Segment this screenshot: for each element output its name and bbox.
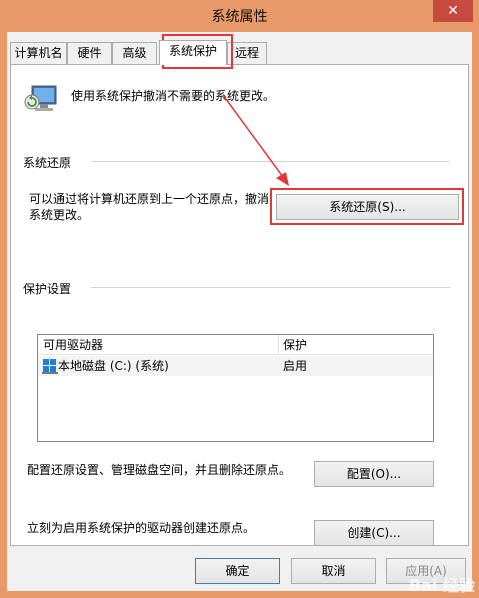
ok-button[interactable]: 确定 [195,558,280,584]
create-text: 立刻为启用系统保护的驱动器创建还原点。 [27,521,256,535]
restore-description-line2: 系统更改。 [29,208,90,222]
drive-row[interactable]: 本地磁盘 (C:) (系统) 启用 [38,356,433,376]
dialog-client-area: 计算机名 硬件 高级 系统保护 远程 使用系统保护撤消不需要的系统更改。 系统还… [7,32,472,591]
system-restore-heading: 系统还原 [23,156,72,170]
drive-protection-status: 启用 [283,359,308,373]
dialog-button-bar: 确定 取消 应用(A) [7,546,472,591]
system-protection-monitor-icon [24,85,57,111]
watermark: Bai 经验 [408,576,475,595]
close-button[interactable]: ✕ [433,0,473,22]
tab-remote[interactable]: 远程 [227,42,267,64]
window-title: 系统属性 [211,9,268,25]
tab-advanced[interactable]: 高级 [112,42,157,64]
protection-group-divider [91,287,450,288]
tab-computer-name[interactable]: 计算机名 [10,42,67,64]
cancel-button[interactable]: 取消 [291,558,376,584]
configure-text: 配置还原设置、管理磁盘空间，并且删除还原点。 [27,463,292,477]
tab-strip: 计算机名 硬件 高级 系统保护 远程 [7,40,472,65]
create-button[interactable]: 创建(C)... [314,520,434,546]
drive-name: 本地磁盘 (C:) (系统) [58,359,169,373]
drives-list-header: 可用驱动器 保护 [38,335,433,355]
drives-list[interactable]: 可用驱动器 保护 本地磁盘 (C:) (系统) 启用 [37,334,434,442]
column-protection[interactable]: 保护 [278,335,433,355]
restore-description-line1: 可以通过将计算机还原到上一个还原点，撤消 [29,192,270,206]
configure-button[interactable]: 配置(O)... [314,461,434,487]
tab-hardware[interactable]: 硬件 [67,42,112,64]
system-restore-button[interactable]: 系统还原(S)... [276,194,459,220]
title-bar[interactable]: 系统属性 ✕ [0,0,479,32]
system-protection-page: 使用系统保护撤消不需要的系统更改。 系统还原 可以通过将计算机还原到上一个还原点… [10,64,469,546]
restore-group-divider [91,161,450,162]
protection-settings-heading: 保护设置 [23,282,72,296]
column-available-drives[interactable]: 可用驱动器 [38,335,278,355]
tab-system-protection[interactable]: 系统保护 [159,40,227,65]
intro-text: 使用系统保护撤消不需要的系统更改。 [71,89,276,103]
system-properties-window: 系统属性 ✕ 计算机名 硬件 高级 系统保护 远程 使用系统保护撤消不需要的系统… [0,0,479,598]
